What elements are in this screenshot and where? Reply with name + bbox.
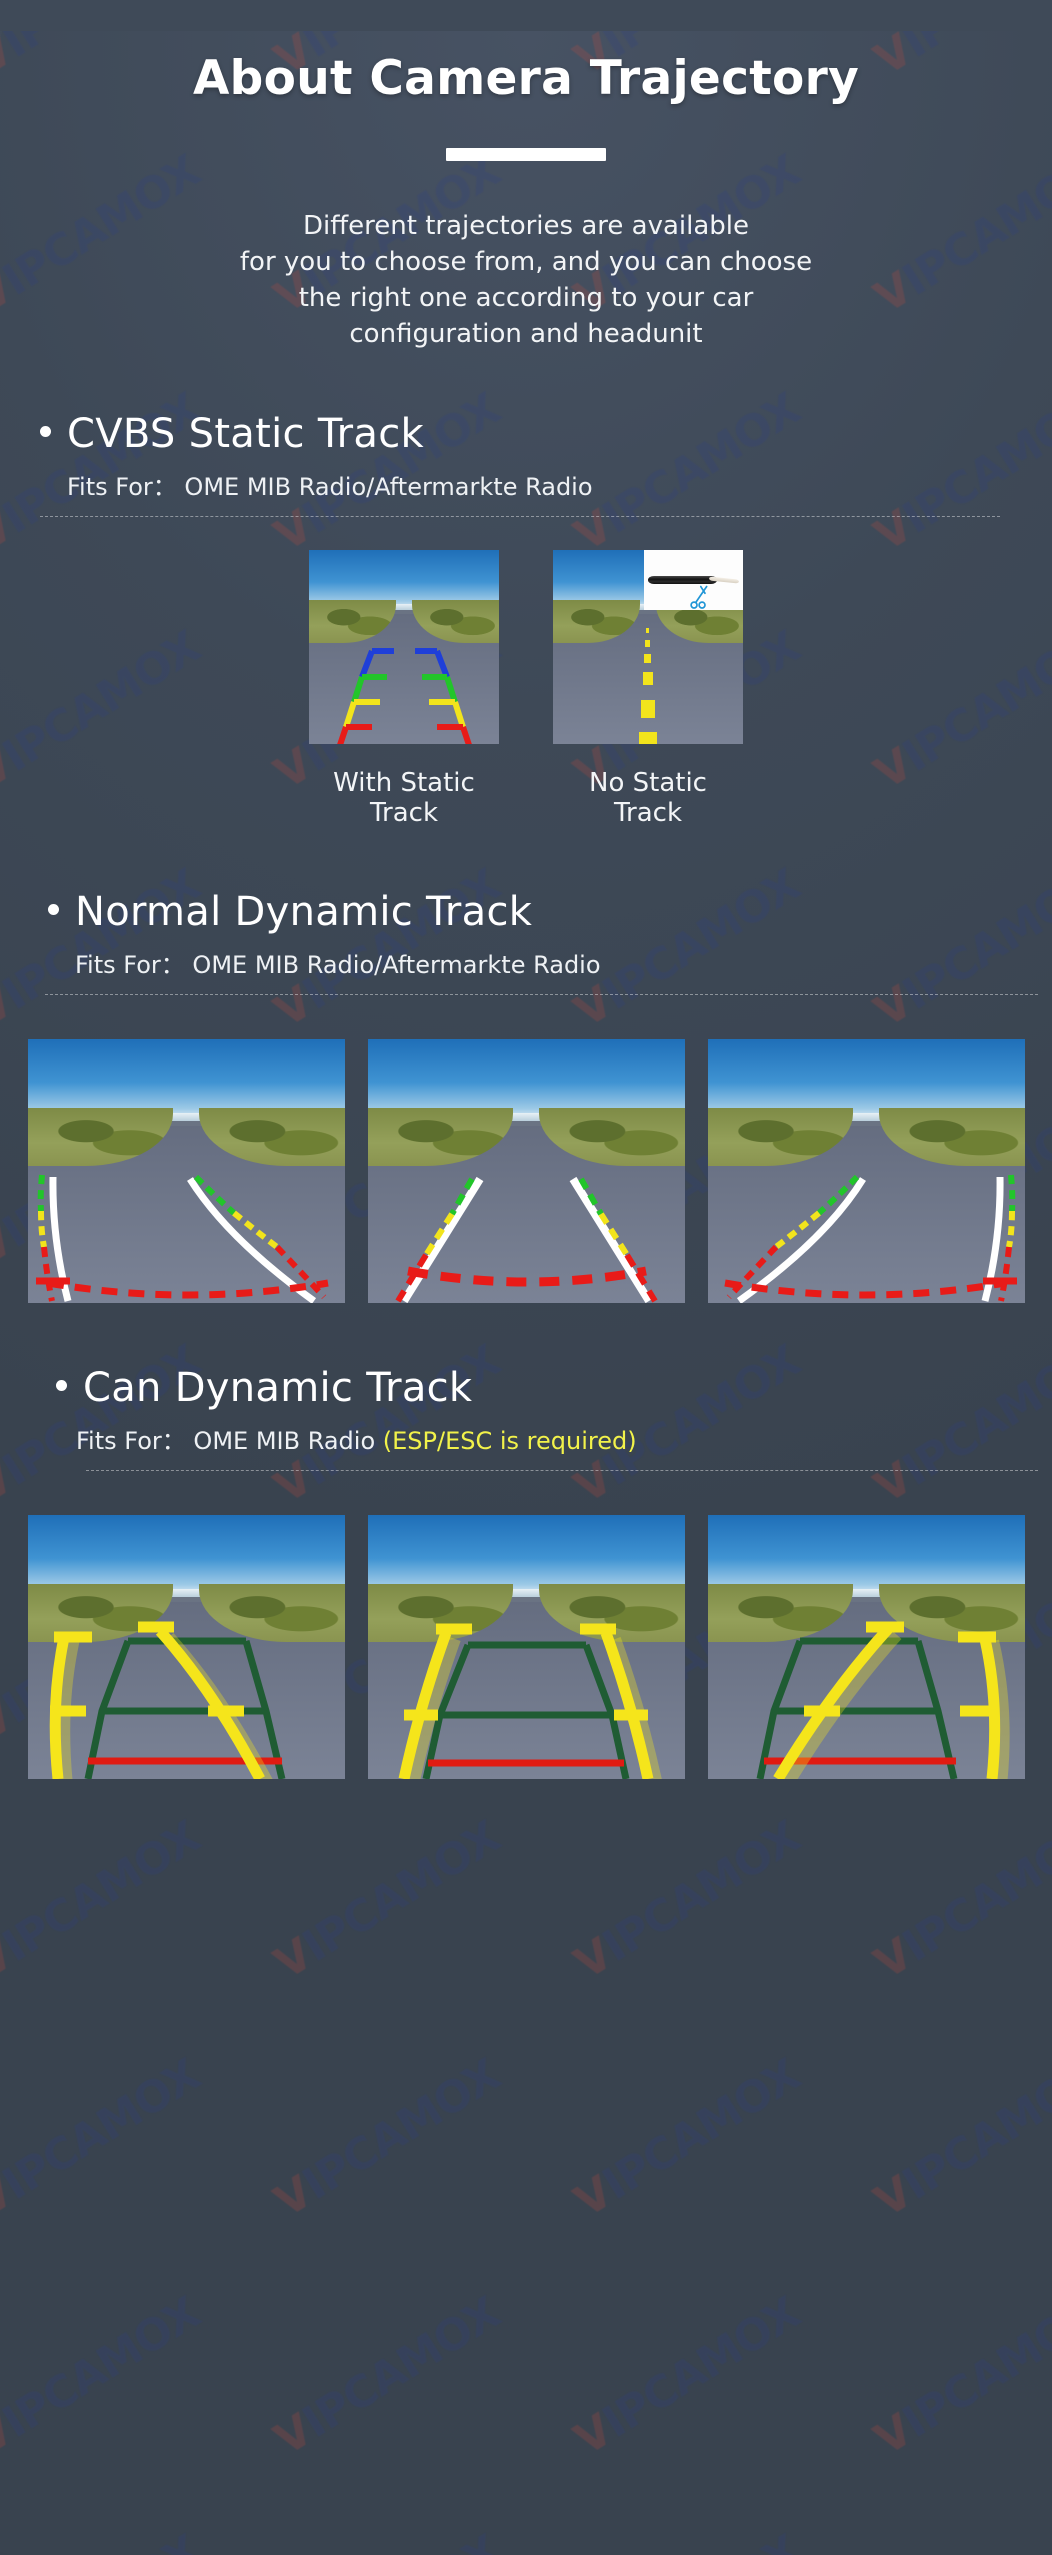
title-divider-bar	[446, 148, 606, 162]
caption-no-static-track: No Static Track	[589, 767, 707, 828]
section-fits-for: Fits For： OME MIB Radio/Aftermarkte Radi…	[75, 945, 1026, 980]
image-dynamic-straight	[367, 1038, 685, 1303]
fits-label: Fits For：	[75, 950, 185, 979]
bullet-icon	[56, 1379, 67, 1391]
fits-label: Fits For：	[76, 1426, 186, 1455]
bullet-icon	[40, 425, 51, 437]
image-can-right	[707, 1514, 1025, 1779]
section-title: Normal Dynamic Track	[75, 888, 533, 935]
section-cvbs-static-track: CVBS Static Track Fits For： OME MIB Radi…	[0, 413, 1052, 517]
section-divider	[40, 515, 1000, 517]
scissors-icon	[689, 585, 708, 609]
subtitle-line: the right one according to your car	[298, 283, 754, 314]
can-track-overlay-right	[708, 1515, 1025, 1779]
cvbs-image-row	[0, 549, 1052, 744]
page-subtitle: Different trajectories are available for…	[0, 209, 1052, 353]
section-divider	[45, 993, 1038, 995]
dynamic-image-row	[0, 1038, 1052, 1303]
subtitle-line: for you to choose from, and you can choo…	[239, 247, 813, 278]
section-heading: Normal Dynamic Track	[48, 891, 1026, 933]
page-title: About Camera Trajectory	[192, 51, 860, 107]
section-heading: Can Dynamic Track	[56, 1367, 1026, 1409]
section-fits-for: Fits For： OME MIB Radio/Aftermarkte Radi…	[67, 467, 1014, 502]
subtitle-line: configuration and headunit	[349, 319, 703, 350]
image-no-static-track	[553, 549, 743, 744]
fits-label: Fits For：	[67, 472, 177, 501]
section-divider	[86, 1469, 1038, 1471]
fits-value: OME MIB Radio/Aftermarkte Radio	[192, 950, 601, 979]
can-image-row	[0, 1514, 1052, 1779]
image-can-left	[27, 1514, 345, 1779]
cvbs-caption-row: With Static Track No Static Track	[0, 768, 1052, 828]
fits-requirement-note: (ESP/ESC is required)	[382, 1426, 637, 1455]
fits-value: OME MIB Radio	[193, 1426, 383, 1455]
section-title: CVBS Static Track	[67, 410, 424, 457]
dynamic-track-overlay-left	[28, 1039, 345, 1303]
cable-cut-inset-photo	[644, 549, 743, 611]
section-title: Can Dynamic Track	[83, 1364, 473, 1411]
infographic-page: About Camera Trajectory Different trajec…	[0, 31, 1052, 1779]
bullet-icon	[48, 903, 59, 915]
section-heading: CVBS Static Track	[40, 413, 1014, 455]
section-fits-for: Fits For： OME MIB Radio (ESP/ESC is requ…	[76, 1421, 1026, 1456]
section-normal-dynamic-track: Normal Dynamic Track Fits For： OME MIB R…	[0, 891, 1052, 995]
can-track-overlay-left	[28, 1515, 345, 1779]
dynamic-track-overlay-straight	[368, 1039, 685, 1303]
image-dynamic-left	[27, 1038, 345, 1303]
image-can-straight	[367, 1514, 685, 1779]
fits-value: OME MIB Radio/Aftermarkte Radio	[184, 472, 593, 501]
static-track-overlay	[309, 550, 499, 744]
can-track-overlay-straight	[368, 1515, 685, 1779]
image-with-static-track	[309, 549, 499, 744]
caption-with-static-track: With Static Track	[333, 767, 475, 828]
dynamic-track-overlay-right	[708, 1039, 1025, 1303]
section-can-dynamic-track: Can Dynamic Track Fits For： OME MIB Radi…	[0, 1367, 1052, 1471]
subtitle-line: Different trajectories are available	[302, 211, 750, 242]
image-dynamic-right	[707, 1038, 1025, 1303]
